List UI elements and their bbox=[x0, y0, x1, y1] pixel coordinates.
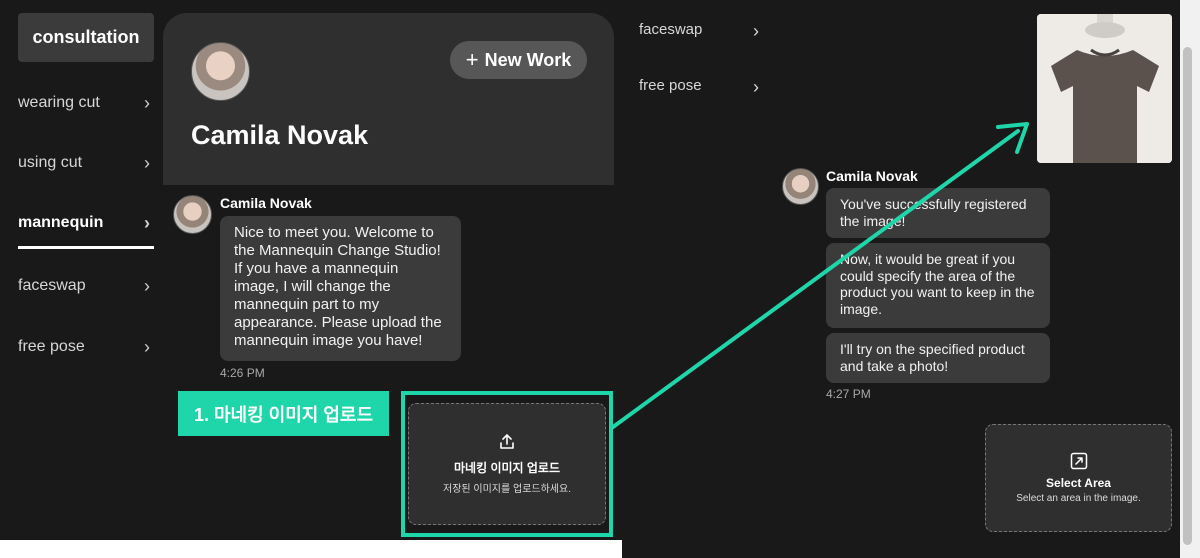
annotation-arrow bbox=[611, 122, 1029, 429]
